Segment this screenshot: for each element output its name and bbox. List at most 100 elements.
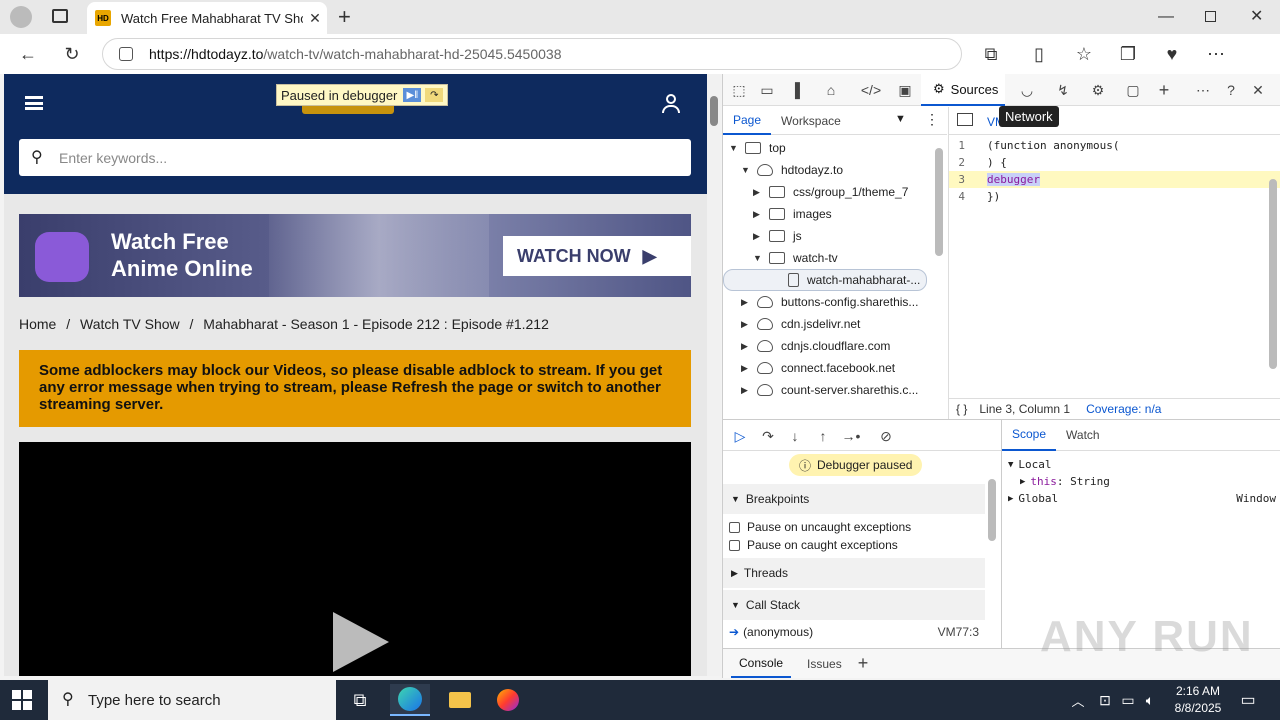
tab-scope[interactable]: Scope bbox=[1002, 420, 1057, 451]
tree-item[interactable]: ▶ css/group_1/theme_7 bbox=[753, 181, 908, 203]
help-icon[interactable]: ? bbox=[1220, 80, 1242, 100]
chevron-right-icon[interactable]: ▶ bbox=[741, 297, 753, 308]
user-account-icon[interactable] bbox=[661, 94, 681, 116]
favorites-icon[interactable]: ☆ bbox=[1070, 40, 1098, 68]
refresh-icon[interactable]: ↻ bbox=[58, 40, 86, 68]
keyword-search-input[interactable]: ⚲ Enter keywords... bbox=[19, 139, 691, 176]
scope-this[interactable]: ▶ this: String bbox=[1020, 473, 1110, 490]
application-icon[interactable]: ▢ bbox=[1122, 80, 1144, 100]
tree-item[interactable]: ▶ js bbox=[753, 225, 802, 247]
scope-global[interactable]: ▶ Global Window bbox=[1008, 490, 1276, 507]
step-over-icon[interactable]: ↷ bbox=[757, 426, 779, 446]
chevron-right-icon[interactable]: ▶ bbox=[741, 363, 753, 374]
tree-item[interactable]: ▶ count-server.sharethis.c... bbox=[741, 379, 918, 401]
pause-uncaught-checkbox[interactable]: Pause on uncaught exceptions bbox=[729, 518, 911, 536]
console-icon[interactable]: ▣ bbox=[894, 80, 916, 100]
tree-item[interactable]: ▶ cdnjs.cloudflare.com bbox=[741, 335, 890, 357]
task-view-icon[interactable]: ⧉ bbox=[340, 684, 380, 716]
tab-watch[interactable]: Watch bbox=[1056, 420, 1110, 451]
chevron-down-icon[interactable]: ▼ bbox=[753, 253, 765, 263]
watch-now-button[interactable]: WATCH NOW ▶ bbox=[503, 236, 691, 276]
threads-section[interactable]: ▶ Threads bbox=[723, 558, 985, 588]
tab-workspace[interactable]: Workspace bbox=[771, 107, 851, 135]
more-tools-icon[interactable]: + bbox=[1153, 80, 1175, 100]
breakpoints-section[interactable]: ▼ Breakpoints bbox=[723, 484, 985, 514]
file-explorer-icon[interactable] bbox=[440, 684, 480, 716]
extensions-icon[interactable]: ⧉ bbox=[977, 40, 1005, 68]
step-icon[interactable]: →• bbox=[840, 426, 862, 446]
windows-start-icon[interactable] bbox=[12, 690, 32, 710]
deactivate-breakpoints-icon[interactable]: ⊘ bbox=[875, 426, 897, 446]
debugger-sidebar-scrollbar[interactable] bbox=[988, 479, 996, 541]
call-frame[interactable]: ➔ (anonymous) VM77:3 bbox=[729, 623, 979, 641]
hamburger-menu-icon[interactable] bbox=[25, 96, 43, 110]
close-window-icon[interactable]: ✕ bbox=[1250, 6, 1263, 26]
tree-item[interactable]: watch-mahabharat-... bbox=[723, 269, 927, 291]
tree-item[interactable]: ▼ top bbox=[729, 137, 786, 159]
pause-caught-checkbox[interactable]: Pause on caught exceptions bbox=[729, 536, 898, 554]
welcome-home-icon[interactable]: ⌂ bbox=[820, 80, 842, 100]
breadcrumb-home[interactable]: Home bbox=[19, 316, 56, 332]
chevron-right-icon[interactable]: ▶ bbox=[753, 209, 765, 220]
collections-icon[interactable]: ❐ bbox=[1114, 40, 1142, 68]
breadcrumb-watch-tv-show[interactable]: Watch TV Show bbox=[80, 316, 180, 332]
address-bar[interactable]: https://hdtodayz.to/watch-tv/watch-mahab… bbox=[102, 38, 962, 70]
restore-icon[interactable] bbox=[1205, 11, 1216, 22]
anime-ad-banner[interactable]: Watch Free Anime Online WATCH NOW ▶ bbox=[19, 214, 691, 297]
edge-browser-icon[interactable] bbox=[390, 684, 430, 716]
tree-item[interactable]: ▶ buttons-config.sharethis... bbox=[741, 291, 918, 313]
editor-scrollbar[interactable] bbox=[1269, 179, 1277, 369]
resume-icon[interactable]: ▷ bbox=[729, 426, 751, 446]
more-menu-icon[interactable]: ⋯ bbox=[1202, 40, 1230, 68]
file-tree-scrollbar[interactable] bbox=[935, 148, 943, 256]
close-devtools-icon[interactable]: ✕ bbox=[1247, 80, 1269, 100]
devtools-more-icon[interactable]: ⋯ bbox=[1192, 80, 1214, 100]
browser-tab[interactable]: HD Watch Free Mahabharat TV Show ✕ bbox=[87, 2, 327, 34]
tree-item[interactable]: ▶ images bbox=[753, 203, 832, 225]
tree-item[interactable]: ▶ cdn.jsdelivr.net bbox=[741, 313, 860, 335]
toggle-navigator-icon[interactable] bbox=[957, 113, 973, 126]
resume-icon[interactable]: ▶‖ bbox=[403, 88, 422, 102]
step-over-icon[interactable]: ↷ bbox=[425, 88, 444, 102]
tab-issues[interactable]: Issues bbox=[799, 649, 850, 678]
volume-icon[interactable]: 🔈︎ bbox=[1130, 684, 1170, 716]
pretty-print-icon[interactable]: { } bbox=[956, 402, 967, 416]
tree-item[interactable]: ▼ watch-tv bbox=[753, 247, 838, 269]
chevron-down-icon[interactable]: ▼ bbox=[895, 113, 906, 125]
page-scrollbar[interactable] bbox=[707, 74, 721, 676]
tree-item[interactable]: ▼ hdtodayz.to bbox=[741, 159, 843, 181]
network-icon[interactable]: ◡ bbox=[1016, 80, 1038, 100]
taskbar-search-input[interactable]: ⚲ Type here to search bbox=[48, 680, 336, 720]
navigator-more-icon[interactable]: ⋮ bbox=[925, 111, 939, 128]
chevron-right-icon[interactable]: ▶ bbox=[753, 231, 765, 242]
tab-page[interactable]: Page bbox=[723, 107, 772, 135]
step-out-icon[interactable]: ↑ bbox=[812, 426, 834, 446]
notifications-icon[interactable]: ▭ bbox=[1228, 684, 1268, 716]
tree-item[interactable]: ▶ connect.facebook.net bbox=[741, 357, 895, 379]
site-info-icon[interactable] bbox=[119, 47, 133, 61]
firefox-icon[interactable] bbox=[488, 684, 528, 716]
call-stack-section[interactable]: ▼ Call Stack bbox=[723, 590, 985, 620]
coverage-status[interactable]: Coverage: n/a bbox=[1086, 402, 1161, 416]
chevron-right-icon[interactable]: ▶ bbox=[741, 385, 753, 396]
chevron-right-icon[interactable]: ▶ bbox=[753, 187, 765, 198]
dock-side-icon[interactable]: ▐ bbox=[784, 80, 806, 100]
inspect-icon[interactable]: ⬚ bbox=[728, 80, 750, 100]
close-tab-icon[interactable]: ✕ bbox=[303, 10, 327, 27]
scope-local[interactable]: ▼ Local bbox=[1008, 456, 1052, 473]
play-icon[interactable] bbox=[333, 612, 389, 672]
elements-icon[interactable]: </> bbox=[860, 80, 882, 100]
step-into-icon[interactable]: ↓ bbox=[784, 426, 806, 446]
chevron-down-icon[interactable]: ▼ bbox=[729, 143, 741, 153]
performance-icon[interactable]: ♥ bbox=[1158, 40, 1186, 68]
new-tab-icon[interactable]: + bbox=[338, 4, 351, 30]
performance-icon[interactable]: ↯ bbox=[1052, 80, 1074, 100]
profile-icon[interactable] bbox=[10, 6, 32, 28]
tab-console[interactable]: Console bbox=[731, 649, 792, 678]
add-drawer-tab-icon[interactable]: + bbox=[858, 653, 869, 674]
chevron-right-icon[interactable]: ▶ bbox=[741, 341, 753, 352]
chevron-down-icon[interactable]: ▼ bbox=[741, 165, 753, 175]
device-emulation-icon[interactable]: ▭ bbox=[756, 80, 778, 100]
video-player[interactable] bbox=[19, 442, 691, 676]
tab-actions-icon[interactable] bbox=[52, 9, 68, 23]
